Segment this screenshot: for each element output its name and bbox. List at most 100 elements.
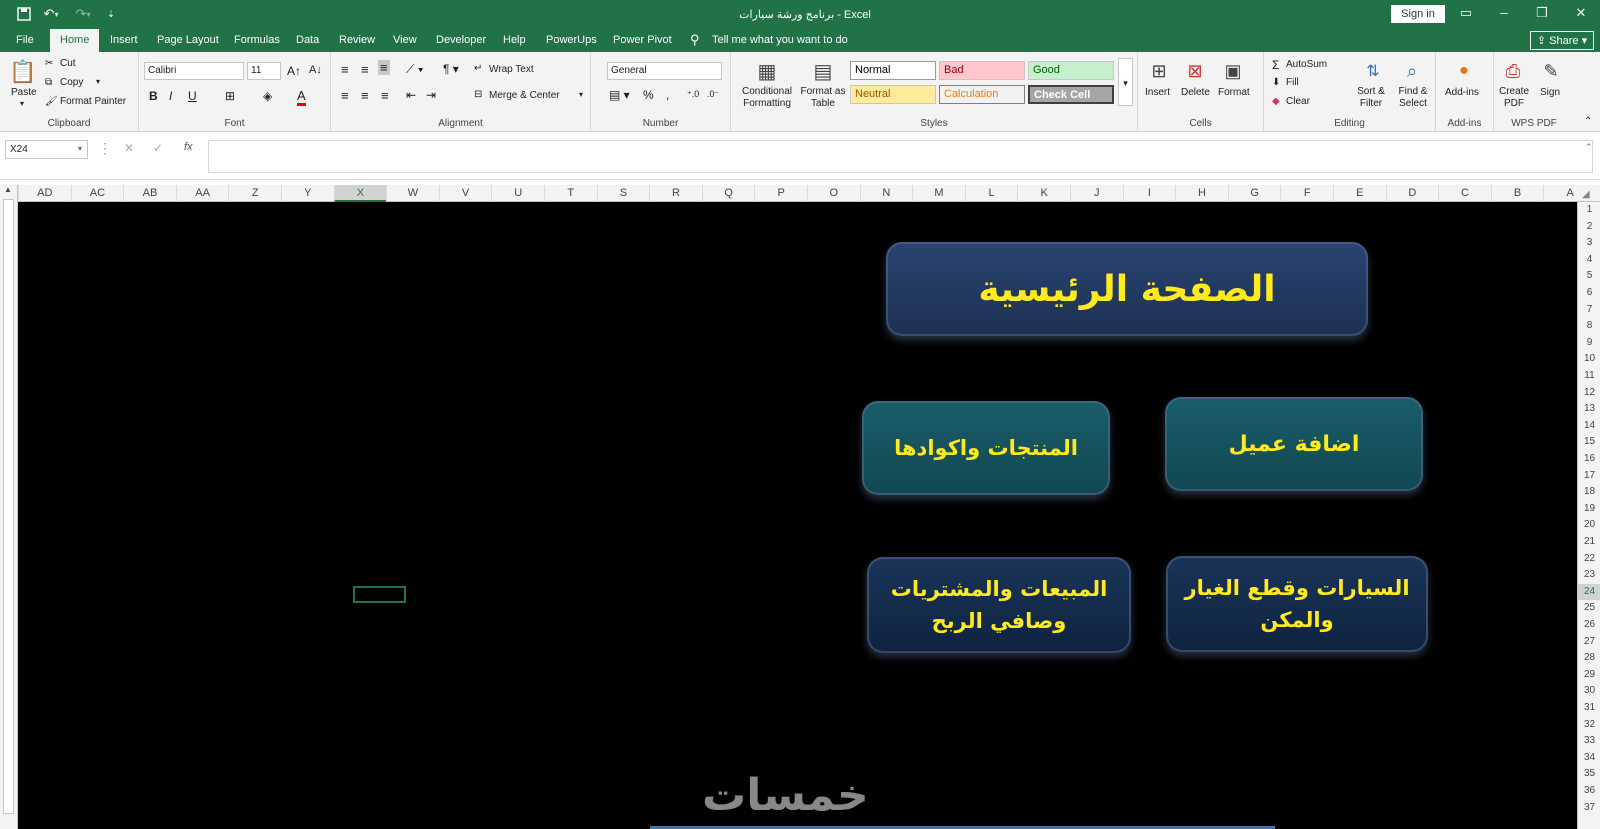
- sign-icon[interactable]: ✎: [1538, 57, 1564, 85]
- row-header-33[interactable]: 33: [1578, 733, 1600, 750]
- restore-icon[interactable]: ❐: [1532, 5, 1552, 21]
- row-header-18[interactable]: 18: [1578, 484, 1600, 501]
- formula-input[interactable]: [208, 140, 1593, 173]
- redo-icon[interactable]: ↷ ▾: [72, 5, 94, 23]
- save-icon[interactable]: [16, 5, 32, 23]
- styles-more-icon[interactable]: ▾: [1118, 58, 1133, 106]
- decrease-font-icon[interactable]: A↓: [309, 64, 322, 76]
- column-header-n[interactable]: N: [859, 185, 913, 202]
- column-header-k[interactable]: K: [1017, 185, 1070, 202]
- column-header-s[interactable]: S: [596, 185, 650, 202]
- font-name-select[interactable]: Calibri: [144, 62, 244, 80]
- ribbon-display-icon[interactable]: ▭: [1456, 5, 1476, 21]
- name-box-dropdown-icon[interactable]: ▾: [78, 144, 82, 153]
- style-neutral[interactable]: Neutral: [850, 85, 936, 104]
- cut-button[interactable]: Cut: [60, 58, 76, 69]
- tab-developer[interactable]: Developer: [436, 29, 486, 52]
- cars-parts-button[interactable]: السيارات وقطع الغيار والمكن: [1166, 556, 1428, 652]
- cut-icon[interactable]: ✂: [45, 58, 53, 69]
- align-right-icon[interactable]: ≡: [381, 88, 389, 103]
- italic-button[interactable]: I: [169, 89, 172, 103]
- collapse-ribbon-icon[interactable]: ⌃: [1584, 116, 1592, 127]
- row-header-25[interactable]: 25: [1578, 600, 1600, 617]
- column-header-ac[interactable]: AC: [70, 185, 124, 202]
- row-header-26[interactable]: 26: [1578, 617, 1600, 634]
- row-header-11[interactable]: 11: [1578, 368, 1600, 385]
- style-normal[interactable]: Normal: [850, 61, 936, 80]
- format-cells-icon[interactable]: ▣: [1220, 57, 1246, 85]
- underline-button[interactable]: U: [188, 89, 197, 103]
- column-header-h[interactable]: H: [1175, 185, 1228, 202]
- font-color-button[interactable]: A: [297, 88, 306, 106]
- sign-button[interactable]: Sign: [1540, 87, 1560, 98]
- align-left-icon[interactable]: ≡: [341, 88, 349, 103]
- format-as-table-button[interactable]: Format as Table: [797, 86, 849, 110]
- row-header-35[interactable]: 35: [1578, 766, 1600, 783]
- paste-button[interactable]: Paste: [11, 87, 37, 98]
- column-header-r[interactable]: R: [649, 185, 702, 202]
- column-header-g[interactable]: G: [1227, 185, 1281, 202]
- row-header-8[interactable]: 8: [1578, 318, 1600, 335]
- tab-view[interactable]: View: [393, 29, 417, 52]
- tab-insert[interactable]: Insert: [110, 29, 138, 52]
- row-header-14[interactable]: 14: [1578, 418, 1600, 435]
- tell-me-search[interactable]: Tell me what you want to do: [712, 29, 848, 52]
- align-middle-icon[interactable]: ≡: [361, 62, 369, 77]
- scrollbar-thumb[interactable]: [3, 199, 14, 814]
- row-header-27[interactable]: 27: [1578, 634, 1600, 651]
- create-pdf-icon[interactable]: ⎙: [1500, 57, 1526, 85]
- row-header-20[interactable]: 20: [1578, 517, 1600, 534]
- row-header-6[interactable]: 6: [1578, 285, 1600, 302]
- row-header-28[interactable]: 28: [1578, 650, 1600, 667]
- style-good[interactable]: Good: [1028, 61, 1114, 80]
- tab-power-pivot[interactable]: Power Pivot: [613, 29, 672, 52]
- row-header-16[interactable]: 16: [1578, 451, 1600, 468]
- customize-toolbar-icon[interactable]: ⇣: [104, 5, 118, 23]
- bold-button[interactable]: B: [149, 89, 158, 103]
- fill-icon[interactable]: ⬇: [1272, 77, 1280, 88]
- borders-icon[interactable]: ⊞: [225, 89, 235, 103]
- column-header-u[interactable]: U: [491, 185, 544, 202]
- fill-button[interactable]: Fill: [1286, 77, 1299, 88]
- column-header-j[interactable]: J: [1070, 185, 1123, 202]
- increase-decimal-icon[interactable]: ⁺.0: [687, 89, 699, 100]
- row-header-4[interactable]: 4: [1578, 252, 1600, 269]
- tab-formulas[interactable]: Formulas: [234, 29, 280, 52]
- align-center-icon[interactable]: ≡: [361, 88, 369, 103]
- row-header-2[interactable]: 2: [1578, 219, 1600, 236]
- column-header-f[interactable]: F: [1280, 185, 1333, 202]
- row-header-31[interactable]: 31: [1578, 700, 1600, 717]
- wrap-text-icon[interactable]: ↵: [474, 63, 482, 74]
- row-header-21[interactable]: 21: [1578, 534, 1600, 551]
- row-header-5[interactable]: 5: [1578, 268, 1600, 285]
- format-as-table-icon[interactable]: ▤: [809, 57, 837, 85]
- row-header-24[interactable]: 24: [1578, 583, 1600, 601]
- percent-button[interactable]: %: [643, 88, 654, 102]
- active-cell-x24[interactable]: [353, 586, 406, 603]
- copy-icon[interactable]: ⧉: [45, 77, 52, 88]
- find-select-button[interactable]: Find & Select: [1394, 86, 1432, 110]
- align-bottom-icon[interactable]: ≡: [378, 60, 390, 75]
- column-header-w[interactable]: W: [386, 185, 439, 202]
- column-header-i[interactable]: I: [1122, 185, 1176, 202]
- insert-cells-button[interactable]: Insert: [1145, 87, 1170, 98]
- column-header-p[interactable]: P: [754, 185, 807, 202]
- column-header-q[interactable]: Q: [701, 185, 755, 202]
- style-check-cell[interactable]: Check Cell: [1028, 85, 1114, 104]
- decrease-decimal-icon[interactable]: .0⁻: [707, 89, 719, 100]
- row-header-13[interactable]: 13: [1578, 401, 1600, 418]
- products-button[interactable]: المنتجات واكوادها: [862, 401, 1110, 495]
- format-painter-button[interactable]: Format Painter: [60, 96, 126, 107]
- row-header-17[interactable]: 17: [1578, 468, 1600, 485]
- expand-formula-bar-icon[interactable]: ⌃: [1585, 142, 1593, 153]
- tab-home[interactable]: Home: [50, 29, 100, 52]
- row-header-19[interactable]: 19: [1578, 501, 1600, 518]
- row-header-7[interactable]: 7: [1578, 302, 1600, 319]
- sales-purchases-button[interactable]: المبيعات والمشتريات وصافي الربح: [867, 557, 1131, 653]
- conditional-formatting-button[interactable]: Conditional Formatting: [737, 86, 797, 110]
- number-format-select[interactable]: General: [607, 62, 722, 80]
- add-customer-button[interactable]: اضافة عميل: [1165, 397, 1423, 491]
- share-button[interactable]: ⇪ Share ▾: [1530, 31, 1594, 50]
- fill-color-icon[interactable]: ◈: [263, 89, 272, 103]
- column-header-c[interactable]: C: [1438, 185, 1491, 202]
